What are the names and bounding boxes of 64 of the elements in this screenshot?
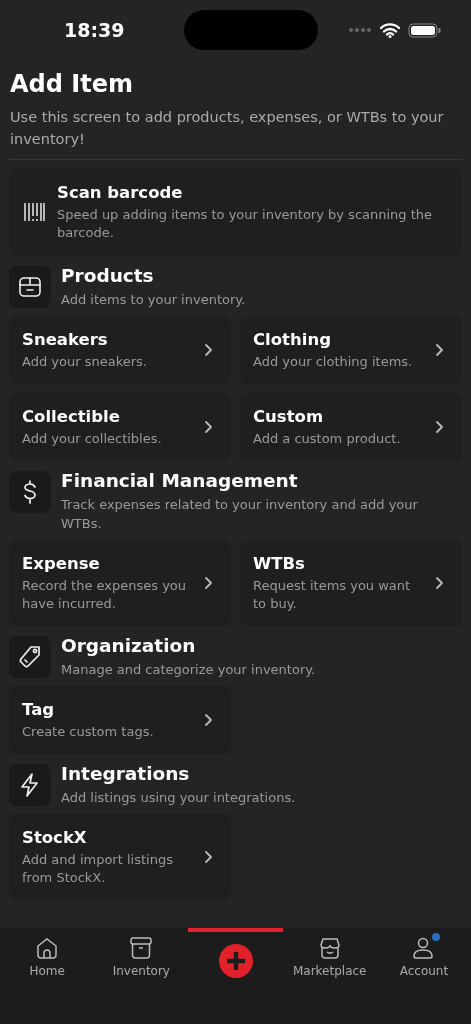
- option-card[interactable]: Clothing Add your clothing items.: [240, 316, 462, 384]
- tab-button[interactable]: Inventory: [112, 936, 170, 978]
- section-description: Add listings using your integrations.: [61, 789, 297, 807]
- card-title: Scan barcode: [57, 182, 184, 204]
- card-description: Add your collectibles.: [22, 430, 163, 448]
- tab-button[interactable]: Home: [29, 936, 65, 978]
- chevron-right-icon: [435, 343, 444, 357]
- box-icon: [9, 266, 51, 308]
- chevron-right-icon: [204, 850, 213, 864]
- person-icon: [411, 936, 436, 960]
- section-title: Organization: [61, 634, 197, 658]
- option-card[interactable]: WTBs Request items you want to buy.: [240, 540, 462, 626]
- card-description: Add your sneakers.: [22, 353, 148, 371]
- status-time: 18:39: [64, 19, 125, 41]
- card-description: Request items you want to buy.: [253, 577, 412, 613]
- card-description: Create custom tags.: [22, 723, 155, 741]
- card-title: Expense: [22, 553, 101, 575]
- signal-icon: [348, 27, 372, 33]
- option-card[interactable]: Tag Create custom tags.: [9, 686, 231, 754]
- card-title: WTBs: [253, 553, 306, 575]
- chevron-right-icon: [204, 576, 213, 590]
- section-title: Products: [61, 264, 155, 288]
- section-description: Track expenses related to your inventory and add your WTBs.: [61, 496, 419, 533]
- card-title: StockX: [22, 827, 88, 849]
- page-title: Add Item: [10, 70, 134, 98]
- add-button[interactable]: [217, 943, 254, 979]
- section-description: Add items to your inventory.: [61, 291, 247, 309]
- page-description: Use this screen to add products, expenses, or WTBs to your inventory!: [10, 108, 445, 149]
- notification-dot: [431, 933, 440, 941]
- tag-icon: [9, 636, 51, 678]
- wifi-icon: [380, 22, 400, 38]
- home-icon: [35, 936, 60, 960]
- barcode-icon: [23, 202, 45, 222]
- card-description: Add and import listings from StockX.: [22, 851, 174, 887]
- option-card[interactable]: Expense Record the expenses you have incurred.: [9, 540, 231, 626]
- shop-icon: [317, 936, 342, 960]
- battery-icon: [408, 22, 441, 38]
- card-description: Add a custom product.: [253, 430, 402, 448]
- tab-button[interactable]: Marketplace: [292, 936, 367, 978]
- option-card[interactable]: Sneakers Add your sneakers.: [9, 316, 231, 384]
- dollar-icon: [9, 471, 51, 513]
- chevron-right-icon: [204, 713, 213, 727]
- card-description: Add your clothing items.: [253, 353, 414, 371]
- card-title: Custom: [253, 406, 325, 428]
- section-title: Integrations: [61, 762, 191, 786]
- chevron-right-icon: [204, 343, 213, 357]
- card-title: Sneakers: [22, 329, 109, 351]
- chevron-right-icon: [435, 420, 444, 434]
- card-title: Tag: [22, 699, 56, 721]
- card-description: Record the expenses you have incurred.: [22, 577, 188, 613]
- tab-button[interactable]: Account: [399, 936, 449, 978]
- chevron-right-icon: [435, 576, 444, 590]
- section-description: Manage and categorize your inventory.: [61, 661, 317, 679]
- option-card[interactable]: StockX Add and import listings from StockX.: [9, 814, 231, 900]
- archive-box-icon: [129, 936, 154, 960]
- section-title: Financial Management: [61, 469, 299, 493]
- scan-barcode-card[interactable]: Scan barcode Speed up adding items to your inventory by scanning the barcode.: [9, 168, 462, 256]
- chevron-right-icon: [204, 420, 213, 434]
- card-title: Collectible: [22, 406, 121, 428]
- option-card[interactable]: Collectible Add your collectibles.: [9, 393, 231, 461]
- option-card[interactable]: Custom Add a custom product.: [240, 393, 462, 461]
- card-description: Speed up adding items to your inventory by scanning the barcode.: [57, 206, 434, 242]
- lightning-icon: [9, 764, 51, 806]
- card-title: Clothing: [253, 329, 332, 351]
